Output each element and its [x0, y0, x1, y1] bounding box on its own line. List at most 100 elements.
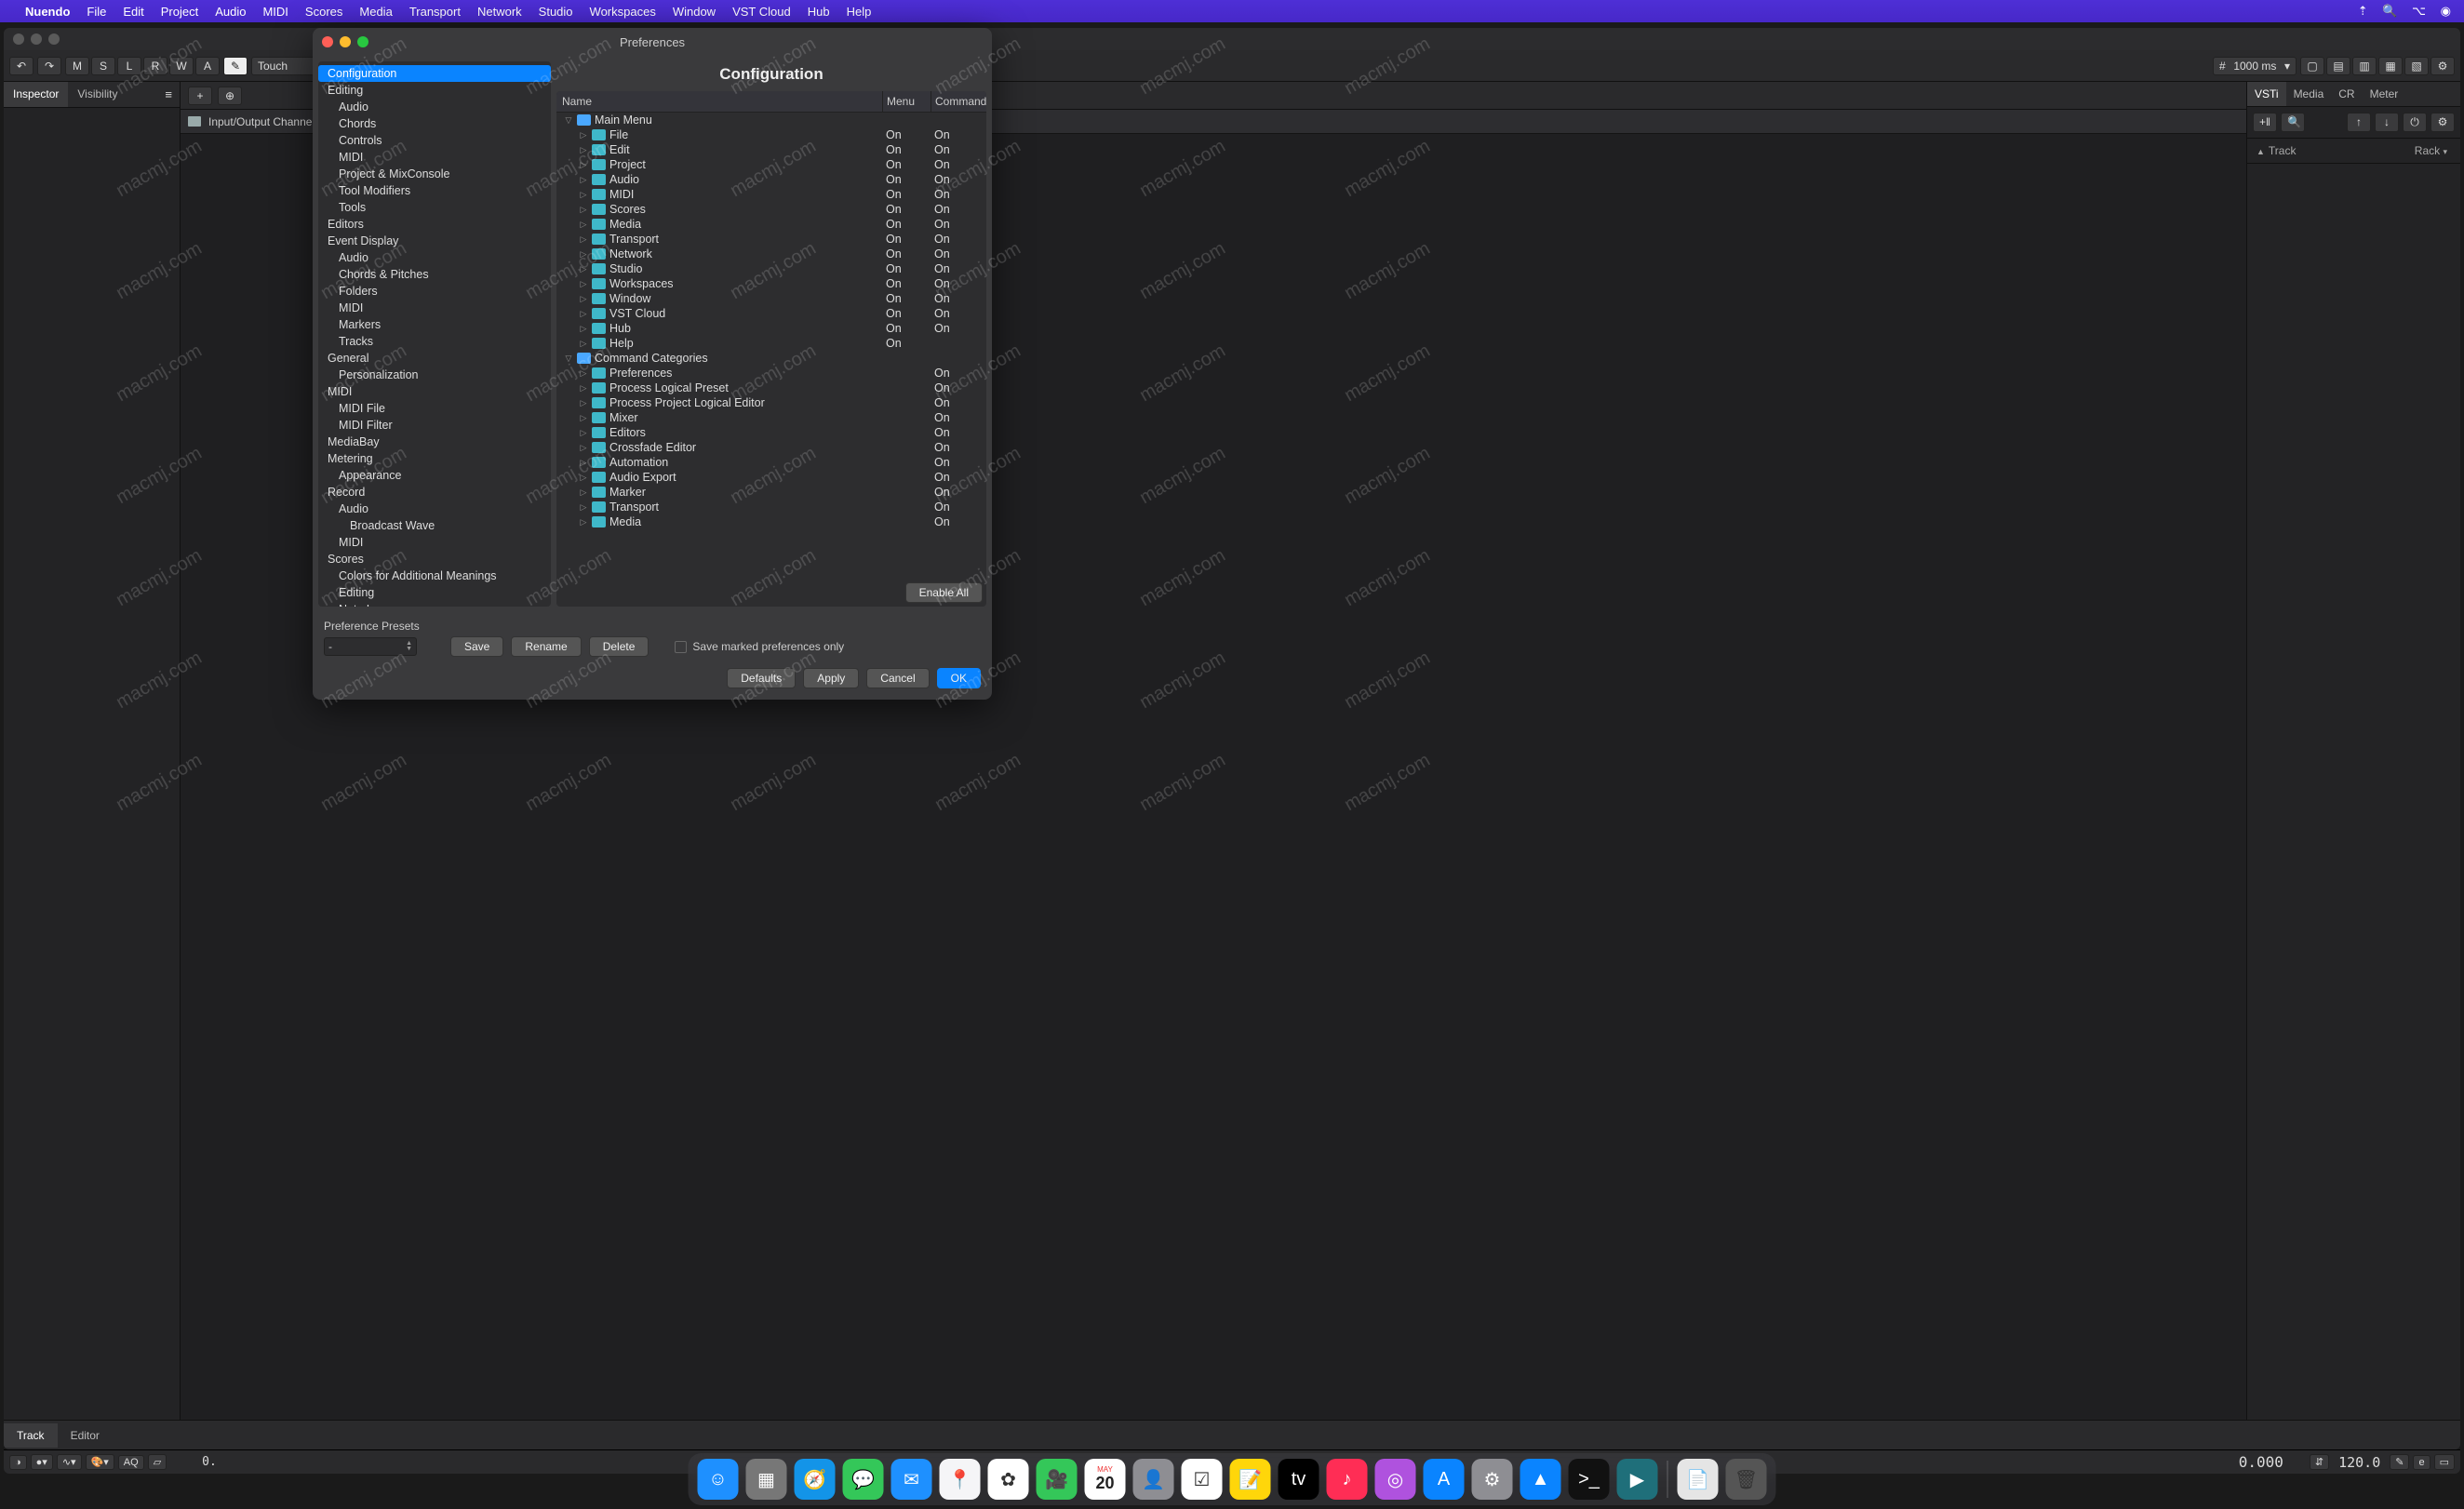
dock-calendar[interactable]: MAY20: [1085, 1459, 1126, 1500]
chevron-right-icon[interactable]: ▷: [579, 264, 588, 274]
chevron-right-icon[interactable]: ▷: [579, 205, 588, 215]
chevron-right-icon[interactable]: ▷: [579, 220, 588, 230]
row-menu-value[interactable]: On: [882, 277, 931, 290]
col-rack[interactable]: Rack ▾: [2354, 144, 2452, 157]
chevron-right-icon[interactable]: ▷: [579, 383, 588, 394]
tree-tool-modifiers[interactable]: Tool Modifiers: [318, 182, 551, 199]
tree-midi[interactable]: MIDI: [318, 149, 551, 166]
link-icon[interactable]: e: [2413, 1455, 2430, 1470]
table-row[interactable]: ▷StudioOnOn: [556, 261, 986, 276]
menu-file[interactable]: File: [78, 5, 114, 19]
menu-midi[interactable]: MIDI: [254, 5, 296, 19]
grid-value-select[interactable]: # 1000 ms ▾: [2213, 57, 2297, 75]
tree-midi[interactable]: MIDI: [318, 383, 551, 400]
row-menu-value[interactable]: On: [882, 128, 931, 141]
state-w-button[interactable]: W: [169, 57, 194, 75]
row-command-value[interactable]: On: [931, 381, 986, 394]
chevron-down-icon[interactable]: ▽: [564, 354, 573, 364]
row-menu-value[interactable]: On: [882, 307, 931, 320]
dock-appstore[interactable]: A: [1424, 1459, 1465, 1500]
dock-photos[interactable]: ✿: [988, 1459, 1029, 1500]
tree-event-display[interactable]: Event Display: [318, 233, 551, 249]
row-command-value[interactable]: On: [931, 367, 986, 380]
dock-nuendo[interactable]: ▶: [1617, 1459, 1658, 1500]
row-command-value[interactable]: On: [931, 262, 986, 275]
row-menu-value[interactable]: On: [882, 173, 931, 186]
table-row[interactable]: ▷MixerOn: [556, 410, 986, 425]
dock-launchpad[interactable]: ▦: [746, 1459, 787, 1500]
table-row[interactable]: ▷ScoresOnOn: [556, 202, 986, 217]
save-marked-checkbox[interactable]: Save marked preferences only: [675, 640, 844, 653]
tree-midi-filter[interactable]: MIDI Filter: [318, 417, 551, 434]
table-row[interactable]: ▷TransportOnOn: [556, 232, 986, 247]
table-row[interactable]: ▷NetworkOnOn: [556, 247, 986, 261]
table-row[interactable]: ▷Process Logical PresetOn: [556, 381, 986, 395]
aq-button[interactable]: AQ: [118, 1455, 144, 1470]
undo-button[interactable]: ↶: [9, 57, 33, 75]
gear-icon[interactable]: ⚙: [2431, 57, 2455, 75]
chevron-right-icon[interactable]: ▷: [579, 234, 588, 245]
chevron-right-icon[interactable]: ▷: [579, 413, 588, 423]
defaults-button[interactable]: Defaults: [727, 668, 796, 688]
dock-finder[interactable]: ☺: [698, 1459, 739, 1500]
row-command-value[interactable]: On: [931, 203, 986, 216]
marker-icon[interactable]: ▱: [148, 1454, 167, 1470]
minimize-icon[interactable]: [31, 33, 42, 45]
tab-meter[interactable]: Meter: [2363, 82, 2406, 106]
table-row[interactable]: ▷WindowOnOn: [556, 291, 986, 306]
close-icon[interactable]: [13, 33, 24, 45]
dock-tv[interactable]: tv: [1279, 1459, 1319, 1500]
tree-appearance[interactable]: Appearance: [318, 467, 551, 484]
row-command-value[interactable]: On: [931, 233, 986, 246]
upload-icon[interactable]: ⇡: [2358, 4, 2368, 18]
row-command-value[interactable]: On: [931, 218, 986, 231]
tab-equals-icon[interactable]: ≡: [157, 82, 180, 107]
gear-icon[interactable]: ⚙: [2431, 113, 2455, 132]
panel-toggle-3[interactable]: ▥: [2352, 57, 2377, 75]
panel-toggle-1[interactable]: ▢: [2300, 57, 2324, 75]
table-body[interactable]: ▽Main Menu▷FileOnOn▷EditOnOn▷ProjectOnOn…: [556, 113, 986, 579]
tree-mediabay[interactable]: MediaBay: [318, 434, 551, 450]
apply-button[interactable]: Apply: [803, 668, 859, 688]
tree-scores[interactable]: Scores: [318, 551, 551, 568]
table-row[interactable]: ▷HubOnOn: [556, 321, 986, 336]
track-search-icon[interactable]: ⊕: [218, 87, 242, 105]
sync-icon[interactable]: ⇵: [2310, 1454, 2329, 1470]
dock-terminal[interactable]: >_: [1569, 1459, 1610, 1500]
row-menu-value[interactable]: On: [882, 337, 931, 350]
tree-audio[interactable]: Audio: [318, 249, 551, 266]
tempo-value[interactable]: 120.0: [2338, 1454, 2380, 1471]
tree-markers[interactable]: Markers: [318, 316, 551, 333]
state-m-button[interactable]: M: [65, 57, 89, 75]
dock-script[interactable]: 📄: [1678, 1459, 1719, 1500]
chevron-right-icon[interactable]: ▷: [579, 249, 588, 260]
chevron-right-icon[interactable]: ▷: [579, 190, 588, 200]
dock-messages[interactable]: 💬: [843, 1459, 884, 1500]
chevron-down-icon[interactable]: ▽: [564, 115, 573, 126]
row-command-value[interactable]: On: [931, 441, 986, 454]
tree-controls[interactable]: Controls: [318, 132, 551, 149]
row-command-value[interactable]: On: [931, 173, 986, 186]
menu-hub[interactable]: Hub: [799, 5, 838, 19]
row-command-value[interactable]: On: [931, 486, 986, 499]
chevron-right-icon[interactable]: ▷: [579, 130, 588, 140]
preferences-tree[interactable]: ConfigurationEditingAudioChordsControlsM…: [318, 61, 551, 607]
tree-editing[interactable]: Editing: [318, 584, 551, 601]
redo-button[interactable]: ↷: [37, 57, 61, 75]
state-l-button[interactable]: L: [117, 57, 141, 75]
col-command[interactable]: Command: [931, 91, 986, 112]
table-row[interactable]: ▷AudioOnOn: [556, 172, 986, 187]
row-command-value[interactable]: On: [931, 277, 986, 290]
tree-project-mixconsole[interactable]: Project & MixConsole: [318, 166, 551, 182]
dock-mail[interactable]: ✉: [891, 1459, 932, 1500]
table-row[interactable]: ▷ProjectOnOn: [556, 157, 986, 172]
row-command-value[interactable]: On: [931, 307, 986, 320]
constrain-icon[interactable]: ◑: [9, 1455, 27, 1470]
tree-colors-for-additional-meanings[interactable]: Colors for Additional Meanings: [318, 568, 551, 584]
tab-visibility[interactable]: Visibility: [68, 82, 127, 107]
chevron-right-icon[interactable]: ▷: [579, 294, 588, 304]
panel-toggle-4[interactable]: ▦: [2378, 57, 2403, 75]
chevron-right-icon[interactable]: ▷: [579, 502, 588, 513]
palette-icon[interactable]: 🎨▾: [86, 1454, 114, 1470]
row-menu-value[interactable]: On: [882, 322, 931, 335]
